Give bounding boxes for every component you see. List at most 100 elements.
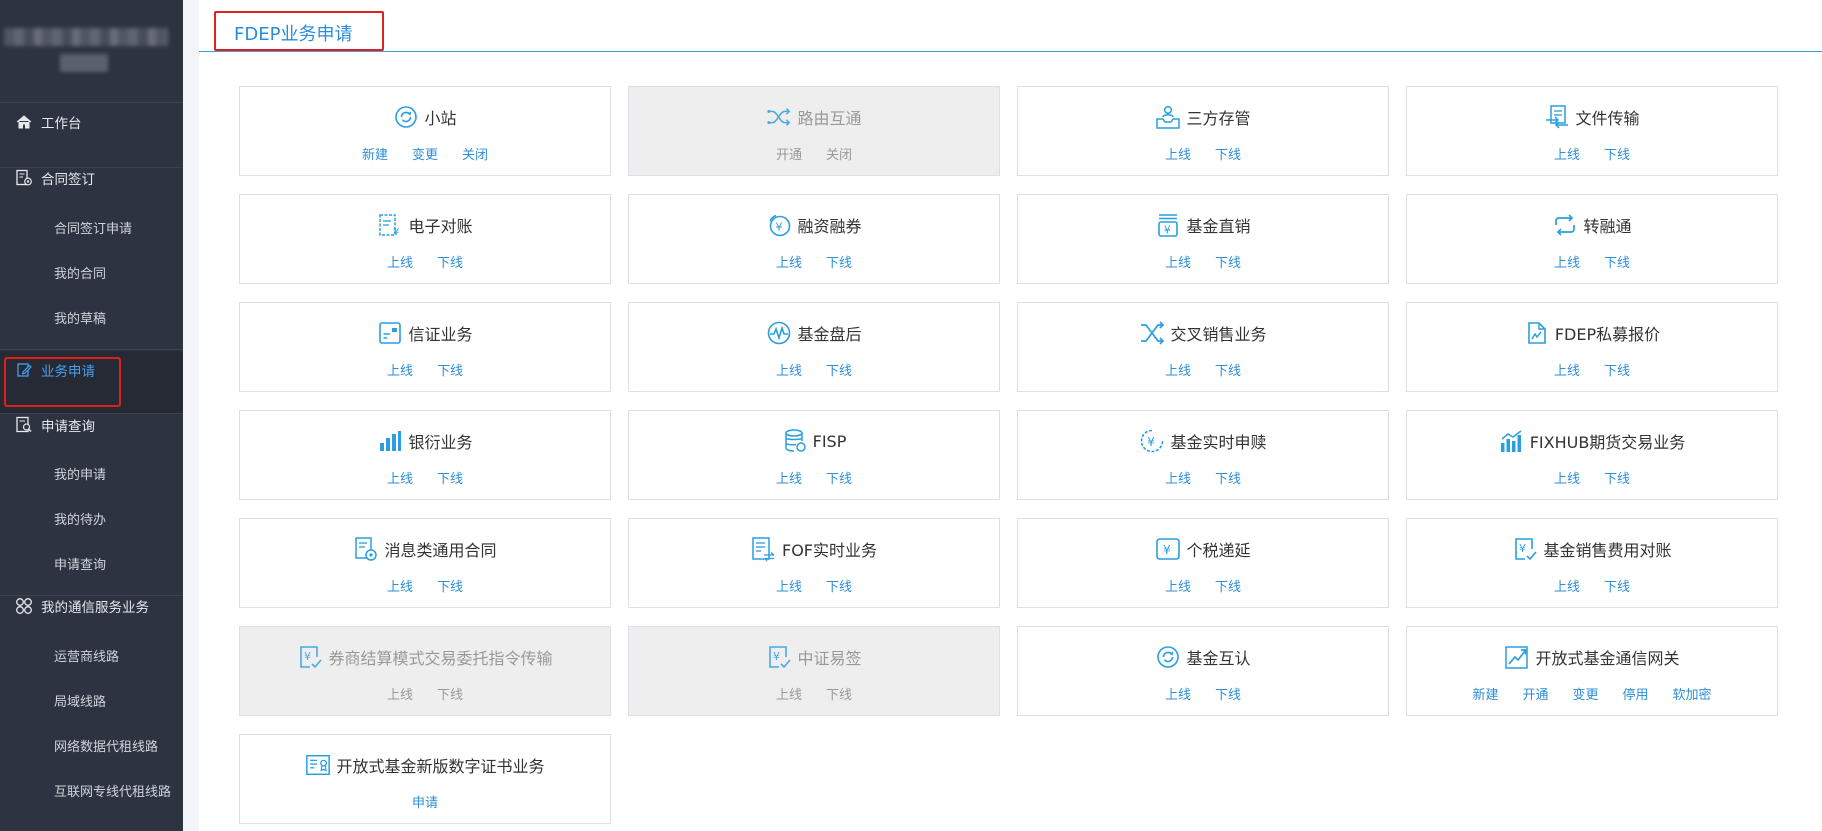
card-action-link[interactable]: 下线	[1215, 684, 1241, 703]
card-action-link[interactable]: 上线	[1165, 576, 1191, 595]
sidebar-subitem-my-drafts[interactable]: 我的草稿	[54, 308, 106, 327]
card-action-link[interactable]: 停用	[1623, 684, 1649, 703]
sidebar-item-contract[interactable]: 合同签订	[0, 167, 183, 189]
sidebar-subitem-lan-lines[interactable]: 局域线路	[54, 691, 106, 710]
card-action-link[interactable]: 下线	[1215, 576, 1241, 595]
card-action-link[interactable]: 上线	[776, 684, 802, 703]
trend-up-icon	[1504, 644, 1530, 670]
card-title: FOF实时业务	[781, 541, 877, 560]
card-action-link[interactable]: 下线	[1215, 252, 1241, 271]
page-title: FDEP业务申请	[234, 24, 353, 45]
card-action-link[interactable]: 上线	[1165, 684, 1191, 703]
card-header: 转融通	[1407, 211, 1777, 239]
svg-text:¥: ¥	[1148, 435, 1156, 449]
card-action-link[interactable]: 下线	[1604, 576, 1630, 595]
card-action-link[interactable]: 下线	[1604, 468, 1630, 487]
sidebar-subitem-contract-apply[interactable]: 合同签订申请	[54, 218, 132, 237]
card-action-link[interactable]: 下线	[826, 468, 852, 487]
card-action-link[interactable]: 变更	[1572, 684, 1598, 703]
card-header: ¥ 券商结算模式交易委托指令传输	[240, 643, 610, 671]
inbox-person-icon	[1155, 104, 1181, 130]
card-actions: 上线 下线	[1018, 360, 1388, 379]
card-header: ¥ 个税递延	[1018, 535, 1388, 563]
card-action-link[interactable]: 上线	[387, 468, 413, 487]
card-action-link[interactable]: 新建	[362, 144, 388, 163]
card-action-link[interactable]: 上线	[776, 576, 802, 595]
card-action-link[interactable]: 下线	[826, 576, 852, 595]
card-action-link[interactable]: 上线	[1165, 252, 1191, 271]
card-action-link[interactable]: 下线	[1604, 252, 1630, 271]
query-doc-icon	[13, 414, 35, 436]
card-action-link[interactable]: 上线	[387, 252, 413, 271]
card-action-link[interactable]: 变更	[412, 144, 438, 163]
card-action-link[interactable]: 上线	[1165, 144, 1191, 163]
svg-text:¥: ¥	[1163, 543, 1171, 557]
card-action-link[interactable]: 下线	[826, 252, 852, 271]
card-action-link[interactable]: 下线	[1215, 360, 1241, 379]
card-action-link[interactable]: 开通	[1522, 684, 1548, 703]
yen-check-icon: ¥	[1512, 536, 1538, 562]
sidebar-item-workbench[interactable]: 工作台	[0, 111, 183, 133]
sidebar-subitem-network-data-lines[interactable]: 网络数据代租线路	[54, 736, 158, 755]
card-header: ¥ 基金实时申赎	[1018, 427, 1388, 455]
card-action-link[interactable]: 上线	[776, 468, 802, 487]
card-action-link[interactable]: 上线	[1165, 468, 1191, 487]
card-action-link[interactable]: 上线	[1165, 360, 1191, 379]
service-card: 交叉销售业务 上线 下线	[1017, 302, 1389, 392]
card-action-link[interactable]: 下线	[826, 684, 852, 703]
card-actions: 上线 下线	[629, 576, 999, 595]
card-action-link[interactable]: 下线	[437, 576, 463, 595]
card-action-link[interactable]: 上线	[387, 576, 413, 595]
card-action-link[interactable]: 上线	[1554, 252, 1580, 271]
card-action-link[interactable]: 上线	[776, 360, 802, 379]
card-action-link[interactable]: 下线	[437, 360, 463, 379]
card-action-link[interactable]: 新建	[1472, 684, 1498, 703]
svg-text:¥: ¥	[393, 227, 399, 238]
sidebar-subitem-carrier-lines[interactable]: 运营商线路	[54, 646, 119, 665]
card-action-link[interactable]: 申请	[412, 792, 438, 811]
card-header: 基金盘后	[629, 319, 999, 347]
card-action-link[interactable]: 关闭	[462, 144, 488, 163]
card-actions: 上线 下线	[240, 684, 610, 703]
service-card: 基金互认 上线 下线	[1017, 626, 1389, 716]
card-action-link[interactable]: 上线	[1554, 468, 1580, 487]
card-action-link[interactable]: 下线	[437, 468, 463, 487]
card-title: 消息类通用合同	[384, 541, 497, 560]
card-action-link[interactable]: 关闭	[826, 144, 852, 163]
title-bar	[199, 0, 1822, 52]
service-card: 开放式基金新版数字证书业务 申请	[239, 734, 611, 824]
card-action-link[interactable]: 上线	[387, 360, 413, 379]
card-action-link[interactable]: 下线	[1215, 144, 1241, 163]
sidebar-subitem-internet-lines[interactable]: 互联网专线代租线路	[54, 781, 171, 800]
pulse-icon	[766, 320, 792, 346]
card-header: ¥ 电子对账	[240, 211, 610, 239]
card-action-link[interactable]: 下线	[1215, 468, 1241, 487]
sidebar-subitem-my-todo[interactable]: 我的待办	[54, 509, 106, 528]
card-action-link[interactable]: 下线	[1604, 144, 1630, 163]
sidebar-subitem-apply-query[interactable]: 申请查询	[54, 554, 106, 573]
card-action-link[interactable]: 下线	[437, 252, 463, 271]
database-icon	[782, 428, 808, 454]
card-action-link[interactable]: 上线	[776, 252, 802, 271]
service-card: 银衍业务 上线 下线	[239, 410, 611, 500]
sidebar-item-comm-services[interactable]: 我的通信服务业务	[0, 595, 183, 617]
card-action-link[interactable]: 上线	[1554, 360, 1580, 379]
service-card: ¥ 基金销售费用对账 上线 下线	[1406, 518, 1778, 608]
card-action-link[interactable]: 下线	[437, 684, 463, 703]
card-title: 电子对账	[408, 217, 473, 236]
card-title: FIXHUB期货交易业务	[1529, 433, 1686, 452]
card-action-link[interactable]: 上线	[1554, 144, 1580, 163]
sidebar-item-business-apply[interactable]: 业务申请	[0, 359, 183, 381]
card-action-link[interactable]: 上线	[387, 684, 413, 703]
apps-icon	[13, 595, 35, 617]
card-action-link[interactable]: 下线	[1604, 360, 1630, 379]
card-action-link[interactable]: 软加密	[1673, 684, 1712, 703]
service-card: ¥ 基金直销 上线 下线	[1017, 194, 1389, 284]
card-action-link[interactable]: 下线	[826, 360, 852, 379]
card-header: 消息类通用合同	[240, 535, 610, 563]
sidebar-subitem-my-applications[interactable]: 我的申请	[54, 464, 106, 483]
card-action-link[interactable]: 开通	[776, 144, 802, 163]
sidebar-item-apply-query[interactable]: 申请查询	[0, 414, 183, 436]
card-action-link[interactable]: 上线	[1554, 576, 1580, 595]
sidebar-subitem-my-contracts[interactable]: 我的合同	[54, 263, 106, 282]
